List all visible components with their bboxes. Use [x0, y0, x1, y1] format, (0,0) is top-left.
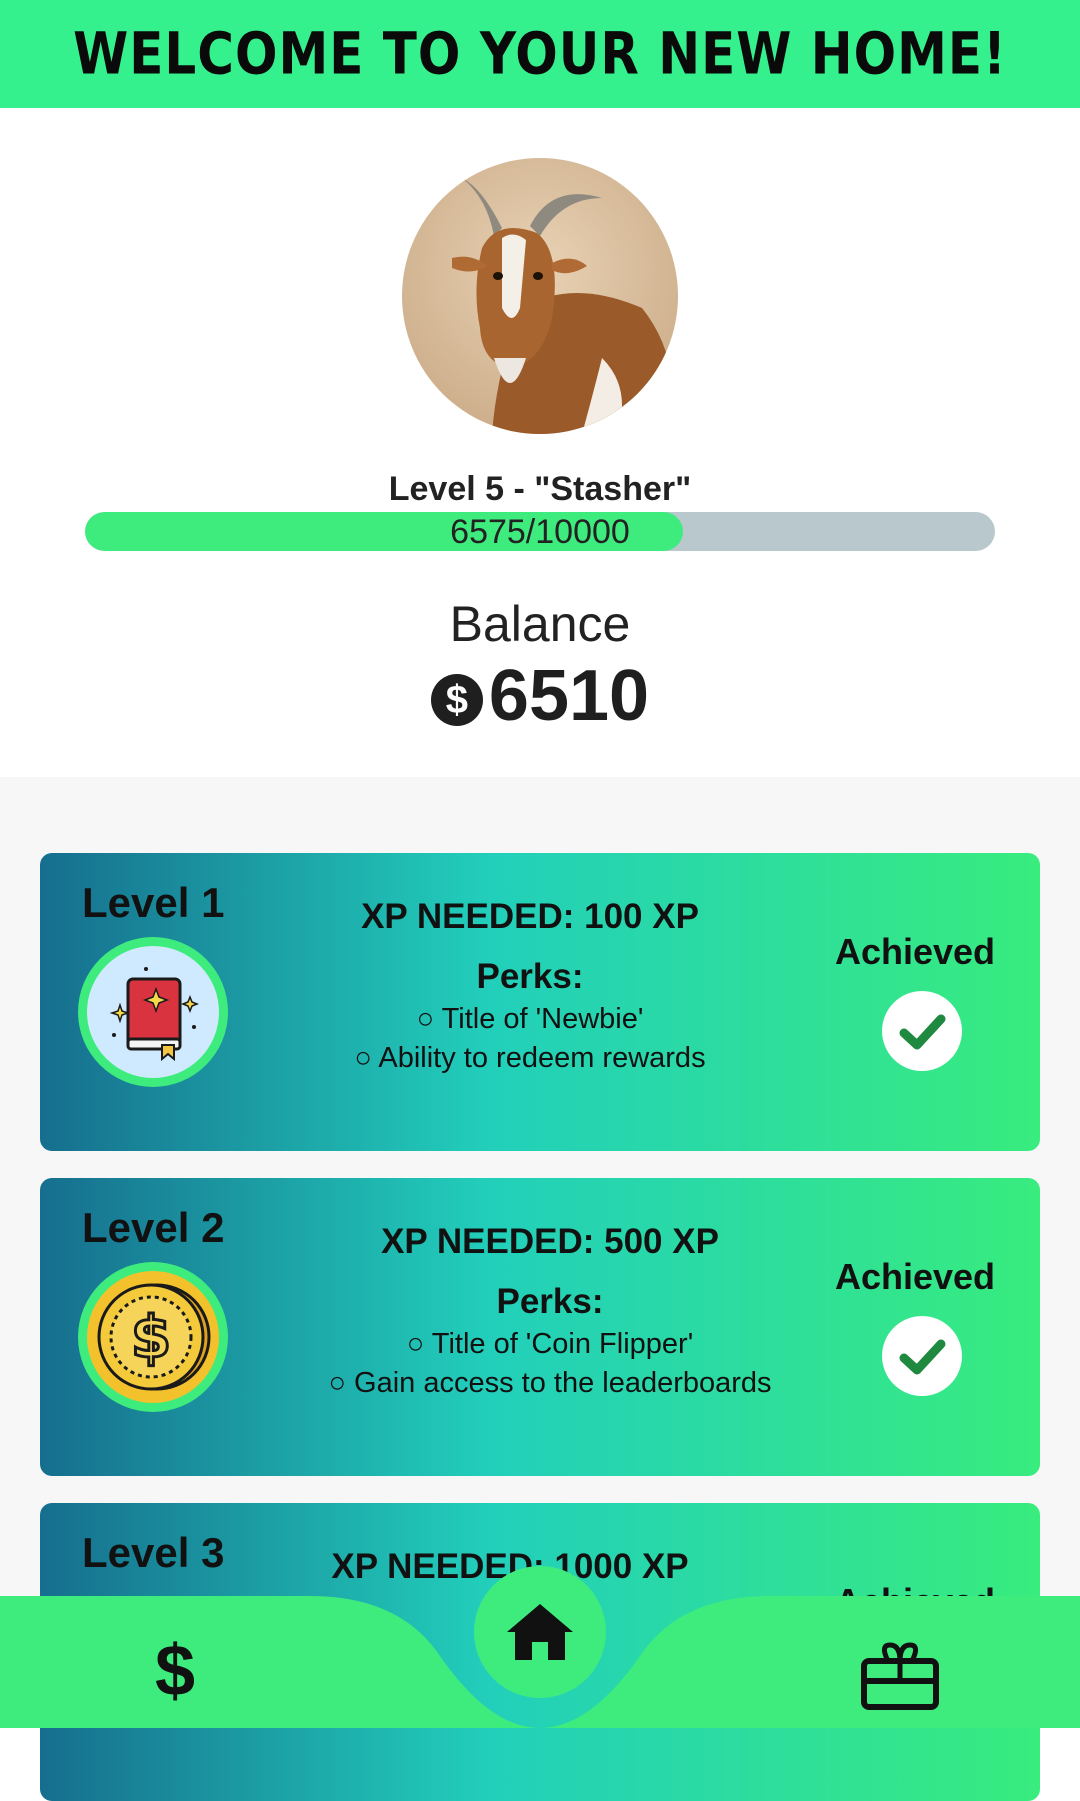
avatar — [402, 158, 678, 434]
level-card: Level 1 XP NEEDED: 100 XP Perks: ○ Title… — [40, 853, 1040, 1151]
gift-card-icon[interactable] — [855, 1636, 945, 1716]
xp-progress-bar: 6575/10000 — [85, 512, 995, 551]
level-card-title: Level 1 — [82, 879, 225, 926]
balance-value: 6510 — [488, 656, 650, 736]
perk-item: ○ Title of 'Coin Flipper' — [406, 1328, 694, 1360]
level-title: Level 5 - "Stasher" — [388, 470, 692, 508]
xp-progress-text: 6575/10000 — [450, 513, 630, 551]
gold-coin-icon: $ — [97, 1283, 211, 1391]
header-bar: WELCOME TO YOUR NEW HOME! — [0, 0, 1080, 108]
xp-needed: XP NEEDED: 100 XP — [361, 897, 699, 936]
level-card: Level 2 $ XP NEEDED: 500 XP Perks: ○ Tit… — [40, 1178, 1040, 1476]
level-badge — [78, 937, 228, 1087]
goat-photo — [402, 158, 678, 434]
achieved-status: Achieved — [834, 931, 996, 972]
check-icon — [882, 991, 962, 1071]
level-card-title: Level 2 — [82, 1204, 225, 1251]
level-card-title: Level 3 — [82, 1529, 225, 1576]
sparkle-book-icon — [109, 967, 200, 1062]
perk-item: ○ Title of 'Newbie' — [416, 1003, 644, 1035]
svg-text:$: $ — [131, 1303, 171, 1371]
dollar-icon[interactable]: $ — [130, 1626, 220, 1716]
perks-label: Perks: — [496, 1282, 604, 1321]
perk-item: ○ Ability to redeem rewards — [354, 1042, 706, 1074]
balance-row: $ 6510 — [0, 655, 1080, 737]
achieved-status: Achieved — [834, 1256, 996, 1297]
bottom-nav: $ — [0, 1566, 1080, 1728]
dollar-coin-icon: $ — [430, 674, 483, 726]
xp-needed: XP NEEDED: 500 XP — [381, 1222, 719, 1261]
perks-label: Perks: — [476, 957, 584, 996]
page-title: WELCOME TO YOUR NEW HOME! — [73, 20, 1007, 88]
home-icon[interactable] — [474, 1566, 606, 1698]
level-badge: $ — [78, 1262, 228, 1412]
check-icon — [882, 1316, 962, 1396]
perk-item: ○ Gain access to the leaderboards — [328, 1367, 772, 1399]
balance-label: Balance — [449, 596, 631, 652]
